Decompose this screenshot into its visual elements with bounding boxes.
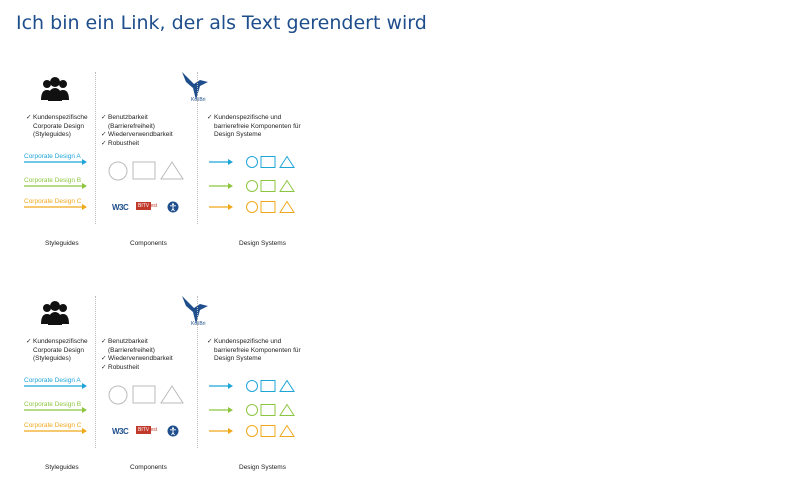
arrow-right-icon — [24, 204, 87, 210]
arrow-right-icon — [209, 204, 233, 210]
square-shape — [132, 385, 156, 404]
checkmark-icon: ✓ — [101, 139, 107, 147]
styleguides-checklist: ✓ Kundenspezifische Corporate Design (Sty… — [26, 338, 90, 364]
check-item: Wiederverwendbarkeit — [108, 355, 173, 362]
arrow-right-icon — [209, 428, 233, 434]
triangle-shape — [279, 424, 295, 437]
circle-shape — [246, 425, 258, 437]
design-system-shapes-a — [246, 379, 295, 392]
triangle-shape — [279, 155, 295, 168]
component-shapes — [108, 161, 184, 181]
w3c-logo: W3C — [112, 203, 129, 212]
design-system-diagram: KoliBri ✓ Kundenspezifische Corporate Des… — [0, 70, 330, 280]
bitv-test-label: Test — [148, 203, 158, 209]
square-shape — [260, 156, 276, 168]
circle-shape — [246, 380, 258, 392]
accessibility-icon — [167, 425, 179, 437]
people-icon — [41, 301, 69, 325]
arrow-right-icon — [24, 159, 87, 165]
check-item: Kundenspezifische Corporate Design (Styl… — [33, 338, 88, 362]
column-label-design-systems: Design Systems — [239, 240, 286, 247]
accessibility-icon — [167, 201, 179, 213]
design-system-shapes-b — [246, 403, 295, 416]
checkmark-icon: ✓ — [101, 363, 107, 371]
column-label-components: Components — [130, 464, 167, 471]
arrow-right-icon — [209, 159, 233, 165]
check-item: Kundenspezifische und barrierefreie Komp… — [214, 338, 301, 362]
circle-shape — [246, 201, 258, 213]
triangle-shape — [279, 379, 295, 392]
circle-shape — [246, 180, 258, 192]
component-shapes — [108, 385, 184, 405]
square-shape — [260, 380, 276, 392]
checkmark-icon: ✓ — [101, 355, 107, 362]
arrow-right-icon — [209, 183, 233, 189]
design-system-shapes-b — [246, 179, 295, 192]
kolibri-logo-text: KoliBri — [191, 321, 206, 327]
column-label-design-systems: Design Systems — [239, 464, 286, 471]
components-checklist: ✓ Benutzbarkeit (Barrierefreiheit) ✓ Wiede… — [101, 114, 193, 148]
column-label-components: Components — [130, 240, 167, 247]
design-system-shapes-a — [246, 155, 295, 168]
page-title-link[interactable]: Ich bin ein Link, der als Text gerendert… — [16, 12, 427, 34]
triangle-shape — [279, 403, 295, 416]
check-item: Kundenspezifische und barrierefreie Komp… — [214, 114, 301, 138]
triangle-shape — [279, 200, 295, 213]
checkmark-icon: ✓ — [26, 114, 32, 121]
checkmark-icon: ✓ — [101, 131, 107, 138]
checkmark-icon: ✓ — [101, 338, 107, 345]
bitv-test-label: Test — [148, 427, 158, 433]
square-shape — [132, 161, 156, 180]
square-shape — [260, 404, 276, 416]
w3c-logo: W3C — [112, 427, 129, 436]
styleguides-checklist: ✓ Kundenspezifische Corporate Design (Sty… — [26, 114, 90, 140]
check-item: Kundenspezifische Corporate Design (Styl… — [33, 114, 88, 138]
column-divider — [197, 72, 198, 224]
design-system-diagram: KoliBri ✓ Kundenspezifische Corporate Des… — [0, 294, 330, 504]
arrow-right-icon — [24, 383, 87, 389]
triangle-shape — [279, 179, 295, 192]
column-label-styleguides: Styleguides — [45, 464, 79, 471]
components-checklist: ✓ Benutzbarkeit (Barrierefreiheit) ✓ Wiede… — [101, 338, 193, 372]
arrow-right-icon — [209, 407, 233, 413]
square-shape — [260, 425, 276, 437]
checkmark-icon: ✓ — [207, 114, 213, 121]
column-divider — [95, 296, 96, 448]
design-system-shapes-c — [246, 200, 295, 213]
checkmark-icon: ✓ — [101, 114, 107, 121]
circle-shape — [246, 156, 258, 168]
check-item: Robustheit — [108, 363, 140, 371]
arrow-right-icon — [24, 183, 87, 189]
design-systems-checklist: ✓ Kundenspezifische und barrierefreie Kom… — [207, 114, 317, 140]
checkmark-icon: ✓ — [207, 338, 213, 345]
triangle-shape — [160, 385, 184, 404]
triangle-shape — [160, 161, 184, 180]
circle-shape — [108, 161, 128, 181]
square-shape — [260, 180, 276, 192]
column-divider — [95, 72, 96, 224]
design-systems-checklist: ✓ Kundenspezifische und barrierefreie Kom… — [207, 338, 317, 364]
check-item: Benutzbarkeit (Barrierefreiheit) — [108, 338, 155, 354]
kolibri-logo-text: KoliBri — [191, 97, 206, 103]
square-shape — [260, 201, 276, 213]
check-item: Robustheit — [108, 139, 140, 147]
design-system-shapes-c — [246, 424, 295, 437]
column-label-styleguides: Styleguides — [45, 240, 79, 247]
arrow-right-icon — [24, 428, 87, 434]
circle-shape — [246, 404, 258, 416]
column-divider — [197, 296, 198, 448]
checkmark-icon: ✓ — [26, 338, 32, 345]
check-item: Benutzbarkeit (Barrierefreiheit) — [108, 114, 155, 130]
arrow-right-icon — [24, 407, 87, 413]
arrow-right-icon — [209, 383, 233, 389]
people-icon — [41, 77, 69, 101]
check-item: Wiederverwendbarkeit — [108, 131, 173, 138]
circle-shape — [108, 385, 128, 405]
